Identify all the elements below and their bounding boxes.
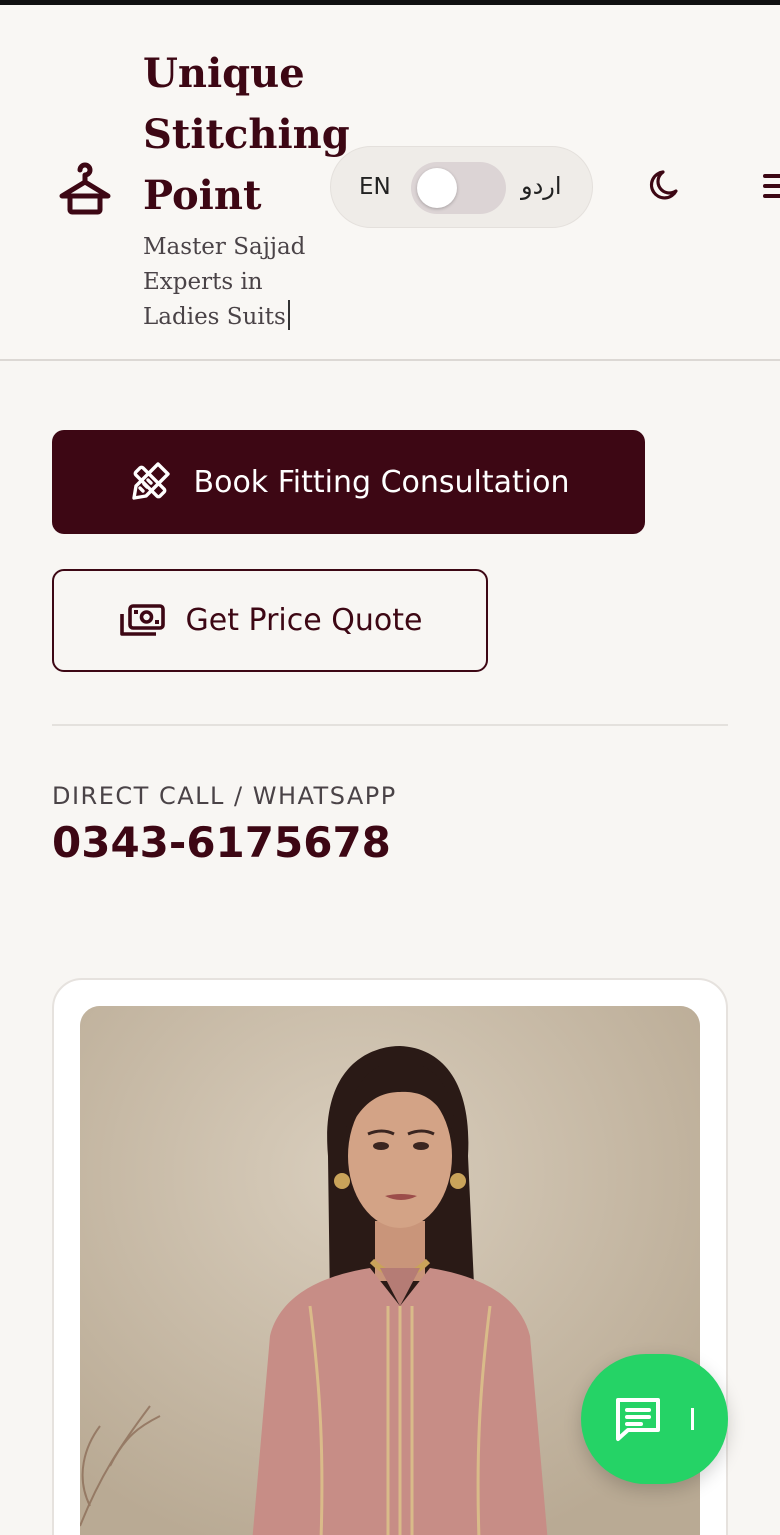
text-caret bbox=[287, 300, 290, 330]
get-quote-button[interactable]: Get Price Quote bbox=[52, 569, 488, 672]
lang-ur-label: اردو bbox=[521, 172, 562, 200]
cash-icon bbox=[119, 603, 165, 636]
contact-label: DIRECT CALL / WHATSAPP bbox=[52, 782, 397, 810]
hanger-icon bbox=[59, 162, 111, 215]
phone-number-link[interactable]: 0343-6175678 bbox=[52, 818, 391, 867]
site-header: Unique Stitching Point Master Sajjad Exp… bbox=[0, 5, 780, 361]
brand-name[interactable]: Unique Stitching Point bbox=[143, 43, 350, 226]
chat-bubble-icon bbox=[616, 1398, 660, 1441]
chat-button[interactable] bbox=[581, 1354, 728, 1484]
moon-icon[interactable] bbox=[646, 165, 686, 205]
language-switch[interactable] bbox=[411, 162, 506, 214]
ruler-pencil-icon bbox=[131, 462, 170, 500]
brand-subtitle-text: Master Sajjad Experts in Ladies Suits bbox=[143, 234, 306, 330]
get-quote-label: Get Price Quote bbox=[185, 603, 423, 638]
language-toggle[interactable]: EN اردو bbox=[330, 146, 593, 228]
book-consultation-button[interactable]: Book Fitting Consultation bbox=[52, 430, 645, 534]
brand-subtitle: Master Sajjad Experts in Ladies Suits bbox=[143, 230, 323, 335]
menu-icon[interactable] bbox=[762, 170, 780, 202]
section-divider bbox=[52, 724, 728, 726]
lang-en-label: EN bbox=[359, 174, 391, 200]
switch-knob bbox=[417, 168, 457, 208]
chat-label-cursor bbox=[691, 1408, 694, 1430]
book-consultation-label: Book Fitting Consultation bbox=[193, 464, 570, 500]
